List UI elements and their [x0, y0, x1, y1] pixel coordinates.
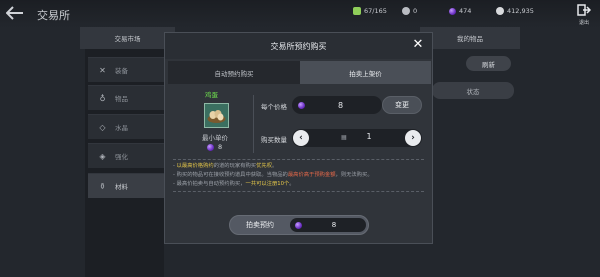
- category-label: 强化: [115, 153, 128, 161]
- capacity-stat: 67/165: [353, 6, 387, 16]
- category-item-enhance[interactable]: ◈ 强化: [88, 143, 164, 168]
- note-line-3: - 最高价拍卖与自动预约购买，一共可以注册10个。: [173, 181, 295, 187]
- currency-stat-2: 474: [449, 6, 471, 16]
- tab-auto-reserve[interactable]: 自动预约购买: [168, 61, 300, 84]
- dialog-header: 交易所预约购买 ✕: [165, 33, 432, 59]
- quantity-label: 购买数量: [261, 136, 287, 144]
- min-price: 8: [207, 143, 222, 151]
- change-price-button[interactable]: 变更: [382, 96, 422, 114]
- tab-my-items[interactable]: 我的物品: [420, 27, 520, 49]
- reservation-purchase-dialog: 交易所预约购买 ✕ 自动预约购买 拍卖上架价 鸡蛋 最小单价 8 每个价格 8 …: [164, 32, 433, 244]
- gem-icon: [207, 143, 214, 151]
- exit-label: 退出: [578, 20, 589, 26]
- min-price-value: 8: [218, 143, 223, 151]
- tab-market[interactable]: 交易市场: [80, 27, 175, 49]
- notes-box: - 以最高价格购约的道的玩家有购买优先权。 - 购买的物品可在接收预约道具中获取…: [173, 159, 424, 192]
- refresh-button[interactable]: 刷新: [466, 56, 511, 71]
- egg-basket-icon: [207, 110, 226, 123]
- bottle-icon: ⚱: [99, 181, 106, 191]
- auction-reserve-value: 8: [331, 221, 337, 229]
- currency-stat-3: 412,935: [496, 6, 534, 16]
- unit-price-value: 8: [337, 100, 344, 110]
- decrease-quantity-button[interactable]: ‹: [293, 130, 309, 146]
- unit-price-field: 8: [292, 96, 382, 114]
- category-label: 物品: [115, 95, 128, 103]
- coin-icon: [402, 7, 410, 15]
- dialog-title: 交易所预约购买: [270, 41, 327, 51]
- auction-reserve-button[interactable]: 拍卖预约 8: [229, 215, 369, 235]
- auction-reserve-price: 8: [290, 218, 366, 232]
- silver-coin-icon: [496, 7, 504, 15]
- exit-icon: [577, 4, 592, 16]
- exit-button[interactable]: 退出: [576, 4, 592, 26]
- quantity-stepper: ‹ ▦ 1 ›: [292, 129, 422, 147]
- gem-outline-icon: ◈: [99, 151, 106, 161]
- tab-auction-listing-price[interactable]: 拍卖上架价: [300, 61, 431, 84]
- gem-icon: [449, 7, 456, 15]
- item-slot: [204, 103, 229, 128]
- gem-icon: [295, 221, 302, 229]
- top-bar: 交易所 67/165 0 474 412,935 退出: [0, 0, 600, 28]
- bag-icon: [353, 7, 361, 15]
- category-label: 装备: [115, 67, 128, 75]
- note-line-2: - 购买的物品可在接收预约道具中获取。当物品的最高价高于预购金额，则无法购买。: [173, 172, 373, 178]
- potion-icon: ♁: [99, 93, 106, 103]
- category-item-goods[interactable]: ♁ 物品: [88, 85, 164, 110]
- category-label: 水晶: [115, 124, 128, 132]
- page-title: 交易所: [37, 9, 70, 22]
- unit-price-label: 每个价格: [261, 103, 287, 111]
- min-price-label: 最小单价: [202, 134, 228, 142]
- category-label: 材料: [115, 183, 128, 191]
- divider: [253, 95, 254, 153]
- category-item-equipment[interactable]: ✕ 装备: [88, 57, 164, 82]
- note-line-1: - 以最高价格购约的道的玩家有购买优先权。: [173, 163, 278, 169]
- back-arrow-icon[interactable]: [5, 6, 24, 20]
- increase-quantity-button[interactable]: ›: [405, 130, 421, 146]
- sword-icon: ✕: [99, 65, 106, 75]
- item-name: 鸡蛋: [205, 91, 218, 99]
- category-item-crystal[interactable]: ◇ 水晶: [88, 114, 164, 139]
- close-icon[interactable]: ✕: [411, 38, 425, 52]
- crystal-icon: ◇: [99, 122, 106, 132]
- gem-icon: [298, 101, 305, 109]
- category-item-material[interactable]: ⚱ 材料: [88, 173, 164, 198]
- grid-icon: ▦: [341, 134, 347, 141]
- auction-reserve-label: 拍卖预约: [246, 221, 274, 229]
- status-column-header: 状态: [432, 82, 514, 99]
- currency-stat-1: 0: [402, 6, 417, 16]
- quantity-value[interactable]: 1: [354, 132, 384, 141]
